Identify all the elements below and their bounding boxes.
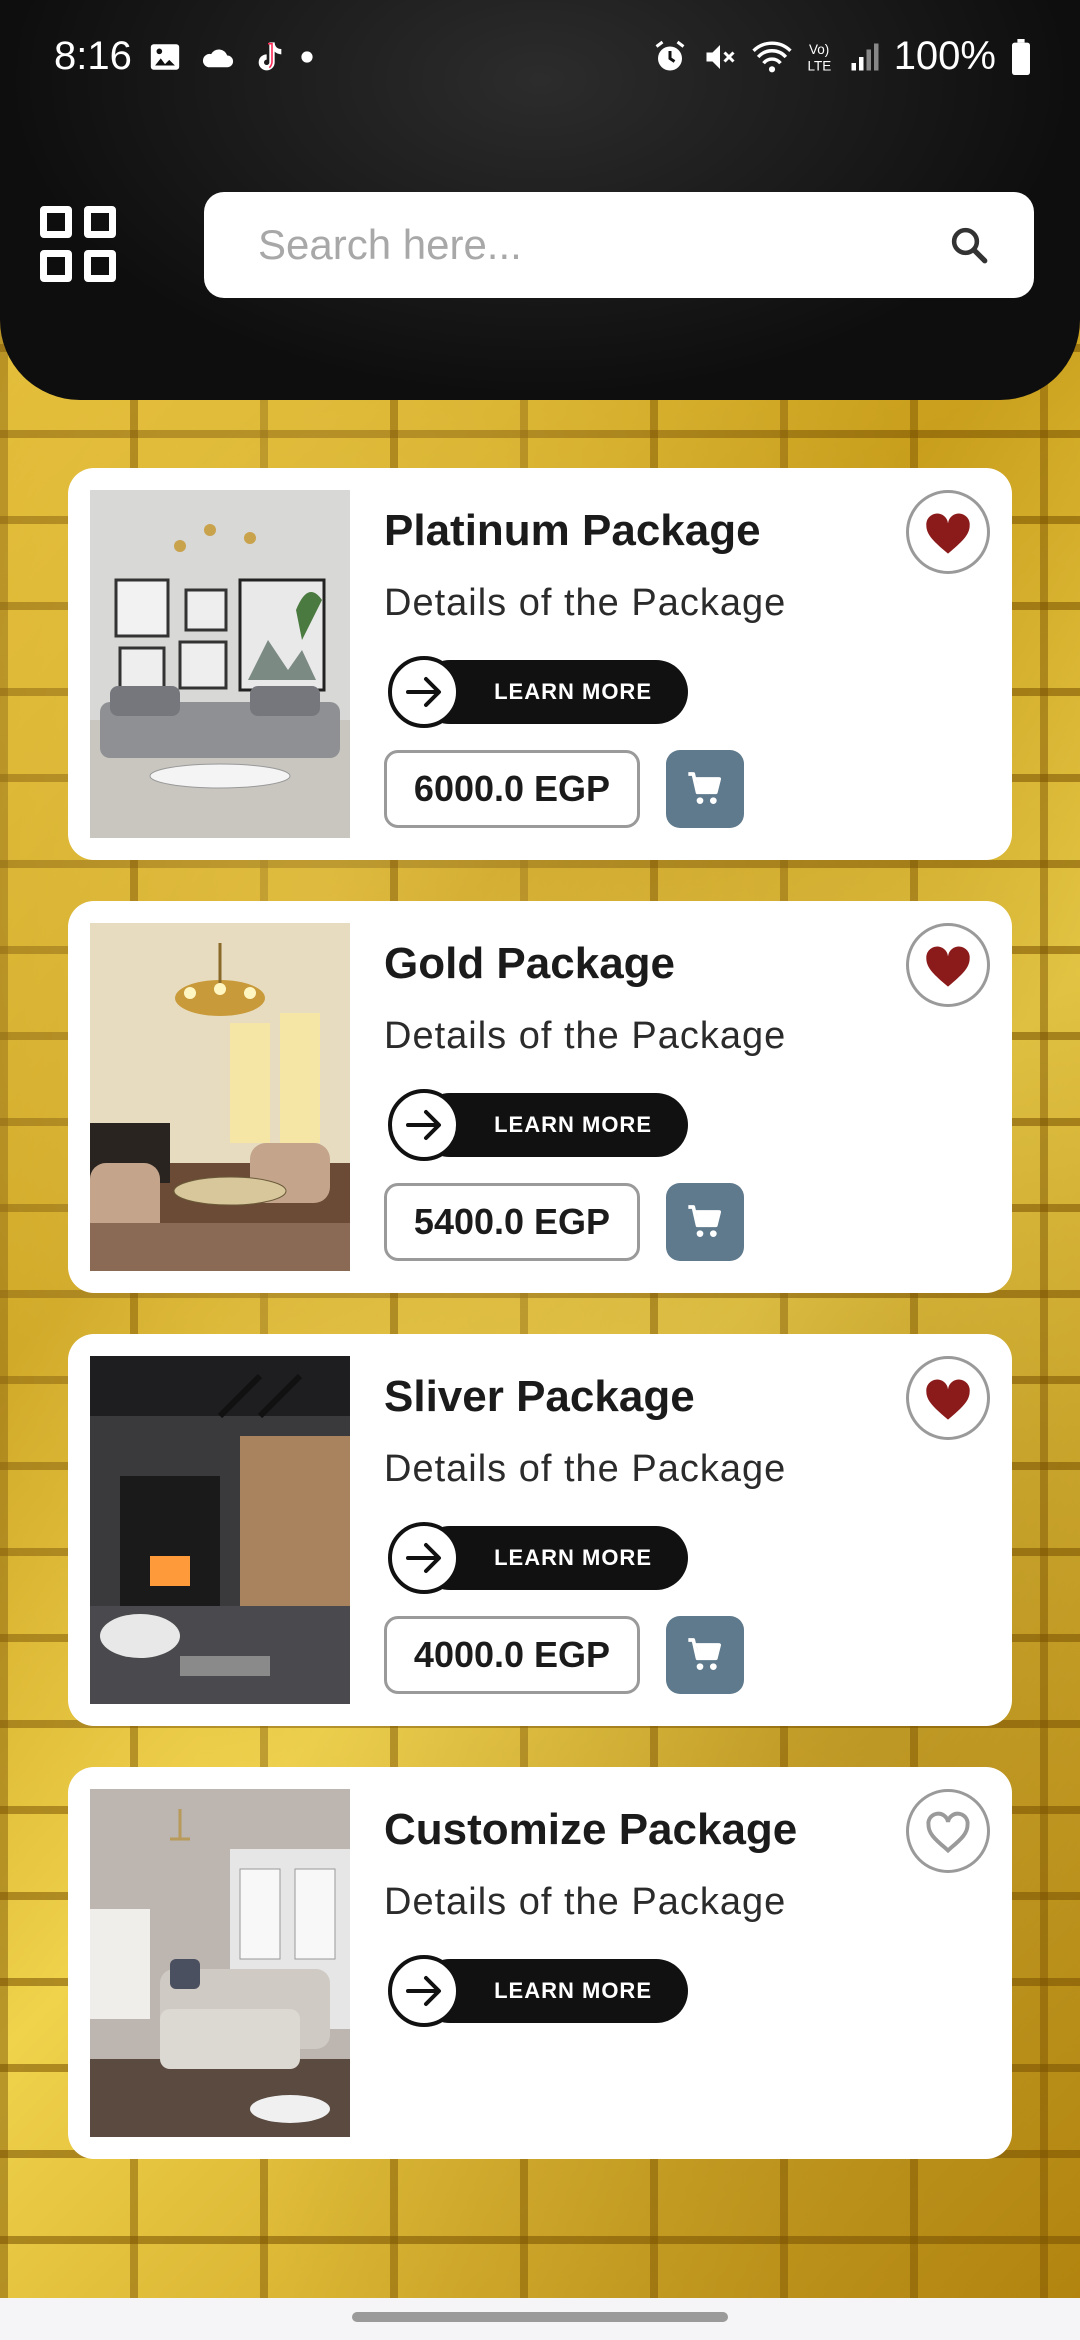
package-title: Platinum Package	[384, 506, 761, 555]
package-card[interactable]: Sliver Package Details of the Package LE…	[68, 1334, 1012, 1726]
signal-icon	[851, 43, 879, 70]
package-card[interactable]: Customize Package Details of the Package…	[68, 1767, 1012, 2159]
package-image	[90, 1789, 350, 2137]
grid-cell	[40, 206, 72, 238]
app-header: 8:16 Vo) LTE 100%	[0, 0, 1080, 400]
tiktok-icon	[258, 41, 282, 70]
package-title: Gold Package	[384, 939, 676, 988]
price-tag: 5400.0 EGP	[384, 1183, 640, 1261]
status-bar: 8:16 Vo) LTE 100%	[0, 0, 1080, 116]
cart-icon	[688, 1638, 721, 1670]
alarm-icon	[655, 40, 685, 70]
add-to-cart-button[interactable]	[666, 750, 744, 828]
add-to-cart-button[interactable]	[666, 1616, 744, 1694]
package-details: Details of the Package	[384, 1881, 787, 1923]
grid-cell	[40, 250, 72, 282]
cloud-icon	[202, 48, 233, 67]
cart-icon	[688, 1205, 721, 1237]
image-icon	[150, 43, 180, 70]
add-to-cart-button[interactable]	[666, 1183, 744, 1261]
package-image	[90, 923, 350, 1271]
package-title: Customize Package	[384, 1805, 798, 1854]
arrow-right-icon	[388, 1522, 460, 1594]
grid-cell	[84, 250, 116, 282]
arrow-right-icon	[388, 1089, 460, 1161]
favorite-button[interactable]	[906, 1356, 990, 1440]
grid-cell	[84, 206, 116, 238]
learn-more-button[interactable]: LEARN MORE	[388, 1089, 688, 1161]
svg-text:LTE: LTE	[807, 58, 831, 73]
heart-filled-icon	[926, 946, 970, 987]
learn-more-button[interactable]: LEARN MORE	[388, 1522, 688, 1594]
price-tag: 4000.0 EGP	[384, 1616, 640, 1694]
arrow-right-icon	[388, 656, 460, 728]
package-card[interactable]: Platinum Package Details of the Package …	[68, 468, 1012, 860]
package-title: Sliver Package	[384, 1372, 695, 1421]
heart-outline-icon	[926, 1811, 970, 1854]
battery-text: 100%	[893, 34, 996, 78]
mute-icon	[706, 44, 735, 69]
favorite-button[interactable]	[906, 490, 990, 574]
package-image	[90, 490, 350, 838]
heart-filled-icon	[926, 1379, 970, 1420]
favorite-button[interactable]	[906, 1789, 990, 1873]
package-card[interactable]: Gold Package Details of the Package LEAR…	[68, 901, 1012, 1293]
dot-icon	[301, 50, 313, 63]
package-image	[90, 1356, 350, 1704]
favorite-button[interactable]	[906, 923, 990, 1007]
search-bar	[204, 192, 1034, 298]
package-details: Details of the Package	[384, 1448, 787, 1490]
status-time: 8:16	[54, 34, 132, 78]
wifi-icon	[752, 41, 792, 72]
search-icon[interactable]	[948, 224, 990, 266]
grid-menu-icon[interactable]	[40, 206, 116, 282]
cart-icon	[688, 772, 721, 804]
search-input[interactable]	[258, 214, 898, 276]
system-navigation-bar	[0, 2298, 1080, 2340]
package-details: Details of the Package	[384, 582, 787, 624]
package-details: Details of the Package	[384, 1015, 787, 1057]
home-gesture-handle[interactable]	[352, 2312, 728, 2322]
svg-text:Vo): Vo)	[809, 42, 829, 57]
battery-icon	[1012, 38, 1030, 75]
heart-filled-icon	[926, 513, 970, 554]
status-right: Vo) LTE 100%	[652, 34, 1032, 79]
volte-icon: Vo)LTE	[807, 42, 831, 74]
price-tag: 6000.0 EGP	[384, 750, 640, 828]
status-left: 8:16	[54, 34, 314, 79]
arrow-right-icon	[388, 1955, 460, 2027]
learn-more-button[interactable]: LEARN MORE	[388, 1955, 688, 2027]
learn-more-button[interactable]: LEARN MORE	[388, 656, 688, 728]
